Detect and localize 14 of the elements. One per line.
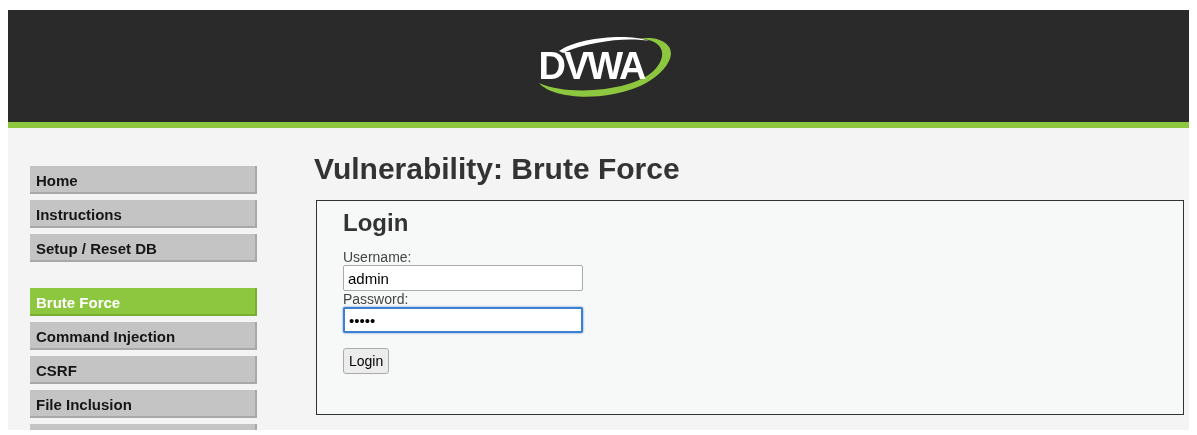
menu-item[interactable]: Instructions [30,200,257,228]
login-heading: Login [343,209,410,237]
menu-item[interactable]: Setup / Reset DB [30,234,257,262]
input-field[interactable]: admin [343,265,583,291]
menu-item[interactable]: CSRF [30,356,257,384]
menu-item[interactable]: Command Injection [30,322,257,350]
login-button[interactable]: Login [343,348,390,374]
logo-text: DVWA [538,44,645,88]
menu-item[interactable]: File Inclusion [30,390,257,418]
page-title: Vulnerability: Brute Force [314,152,681,186]
menu-item[interactable]: Home [30,166,257,194]
field-label: Password: [343,291,410,307]
field-label: Username: [343,249,413,265]
input-field[interactable]: ••••• [343,307,583,333]
